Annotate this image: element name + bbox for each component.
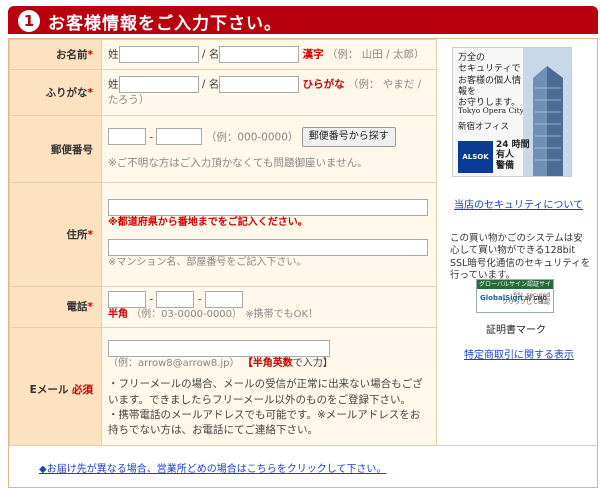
phone-row: 電話* - - 半角 （例：03-0000-0000） ※携帯でもOK！ <box>9 286 437 328</box>
zip-second-input[interactable] <box>156 128 203 146</box>
step-number-badge: 1 <box>18 10 40 32</box>
name-field-cell: 姓 / 名 漢字 （例： 山田 / 太郎） <box>101 39 437 70</box>
first-name-kana-input[interactable] <box>219 76 300 94</box>
last-name-input[interactable] <box>118 46 199 63</box>
section-header: 1 お客様情報をご入力下さい。 <box>0 0 600 38</box>
form-table: お名前* 姓 / 名 漢字 （例： 山田 / 太郎） ふりがな* 姓 / 名 ひ… <box>9 39 437 452</box>
email-input[interactable] <box>108 339 330 357</box>
kanji-note: 漢字 <box>302 48 324 61</box>
phone-last-input[interactable] <box>204 291 243 308</box>
mobile-ok-note: ※携帯でもOK！ <box>245 309 319 320</box>
hankaku-eisu-note: 【半角英数 <box>242 357 293 369</box>
dash: - <box>149 130 154 143</box>
email-label: Eメール 必須 <box>9 326 102 452</box>
customer-info-form: お名前* 姓 / 名 漢字 （例： 山田 / 太郎） ふりがな* 姓 / 名 ひ… <box>8 38 598 488</box>
first-name-input[interactable] <box>219 46 300 63</box>
zip-first-input[interactable] <box>108 128 146 146</box>
zip-note: ※ご不明な方はご入力頂かなくても問題御座いません。 <box>108 157 368 170</box>
address-line2-input[interactable] <box>108 238 428 256</box>
cert-label: 証明書マーク <box>486 325 546 336</box>
hiragana-note: ひらがな <box>302 78 345 91</box>
dash: - <box>149 293 154 306</box>
email-field-cell: （例：arrow8@arrow8.jp） 【半角英数で入力】 ・フリーメールの場… <box>101 326 437 452</box>
mei-label: 名 <box>208 48 220 61</box>
guard-text: 24 時間 有人 警備 <box>496 140 530 171</box>
zip-row: 郵便番号 - （例：000-0000） 郵便番号から探す ※ご不明な方はご入力頂… <box>9 115 437 183</box>
zip-example: （例：000-0000） <box>205 130 299 143</box>
furigana-row: ふりがな* 姓 / 名 ひらがな （例： やまだ / たろう） <box>9 69 437 116</box>
sei-label: 姓 <box>108 78 119 91</box>
mei-label: 名 <box>208 78 220 91</box>
alsok-logo: ALSOK <box>458 141 493 173</box>
address-label: 住所* <box>9 182 102 287</box>
security-banner: 万全の セキュリティで お客様の個人情報を お守りします。 Tokyo Oper… <box>452 47 572 177</box>
address-row: 住所* ※都道府県から番地までをご記入ください。 ※マンション名、部屋番号をご記… <box>9 182 437 287</box>
ssl-description: この買い物かごのシステムは安心して買い物ができる128bit SSL暗号化通信の… <box>450 233 591 282</box>
furigana-label: ふりがな* <box>9 69 102 116</box>
zip-search-button[interactable]: 郵便番号から探す <box>301 126 396 148</box>
bottom-bar: ◆お届け先が異なる場合、営業所どめの場合はこちらをクリックして下さい。 <box>9 445 597 487</box>
office-text: 新宿オフィス <box>458 122 509 132</box>
section-title: お客様情報をご入力下さい。 <box>48 14 282 34</box>
building-illustration <box>523 48 571 176</box>
address-note2: ※マンション名、部屋番号をご記入下さい。 <box>108 256 307 268</box>
phone-area-input[interactable] <box>108 291 146 308</box>
address-field-cell: ※都道府県から番地までをご記入ください。 ※マンション名、部屋番号をご記入下さい… <box>101 182 437 287</box>
email-note1: ・フリーメールの場合、メールの受信が正常に出来ない場合もございます。できましたら… <box>108 378 423 406</box>
globalsign-top-text: グローバルサイン認証サイト <box>477 280 553 297</box>
ssl-secured-text: SSL secured クリックして確認 <box>502 292 550 307</box>
phone-example: （例：03-0000-0000） <box>131 309 243 320</box>
sei-label: 姓 <box>108 48 119 61</box>
last-name-kana-input[interactable] <box>118 76 199 94</box>
email-row: Eメール 必須 （例：arrow8@arrow8.jp） 【半角英数で入力】 ・… <box>9 326 437 452</box>
slash: / <box>201 48 206 61</box>
name-example: （例： 山田 / 太郎） <box>326 48 425 61</box>
zip-field-cell: - （例：000-0000） 郵便番号から探す ※ご不明な方はご入力頂かなくても… <box>101 115 437 183</box>
dash: - <box>197 293 202 306</box>
security-link[interactable]: 当店のセキュリティについて <box>454 196 583 211</box>
name-row: お名前* 姓 / 名 漢字 （例： 山田 / 太郎） <box>9 39 437 70</box>
email-example: （例：arrow8@arrow8.jp） <box>108 357 240 369</box>
email-note2: ・携帯電話のメールアドレスでも可能です。※メールアドレスをお持ちでない方は、お電… <box>108 408 421 436</box>
phone-label: 電話* <box>9 286 102 328</box>
zip-label: 郵便番号 <box>9 115 102 183</box>
name-label: お名前* <box>9 39 102 70</box>
furigana-field-cell: 姓 / 名 ひらがな （例： やまだ / たろう） <box>101 69 437 116</box>
address-line1-input[interactable] <box>108 199 428 216</box>
hankaku-note: 半角 <box>108 309 128 320</box>
phone-field-cell: - - 半角 （例：03-0000-0000） ※携帯でもOK！ <box>101 286 437 328</box>
input-suffix: で入力】 <box>292 357 333 369</box>
security-banner-text: 万全の セキュリティで お客様の個人情報を お守りします。 <box>458 53 522 108</box>
tokushoho-link[interactable]: 特定商取引に関する表示 <box>464 346 574 361</box>
phone-middle-input[interactable] <box>156 291 195 308</box>
slash: / <box>201 78 206 91</box>
address-note1: ※都道府県から番地までをご記入ください。 <box>108 217 308 228</box>
alternate-delivery-link[interactable]: ◆お届け先が異なる場合、営業所どめの場合はこちらをクリックして下さい。 <box>39 460 386 475</box>
globalsign-seal[interactable]: グローバルサイン認証サイト GlobalSign by GMO SSL secu… <box>476 279 554 313</box>
